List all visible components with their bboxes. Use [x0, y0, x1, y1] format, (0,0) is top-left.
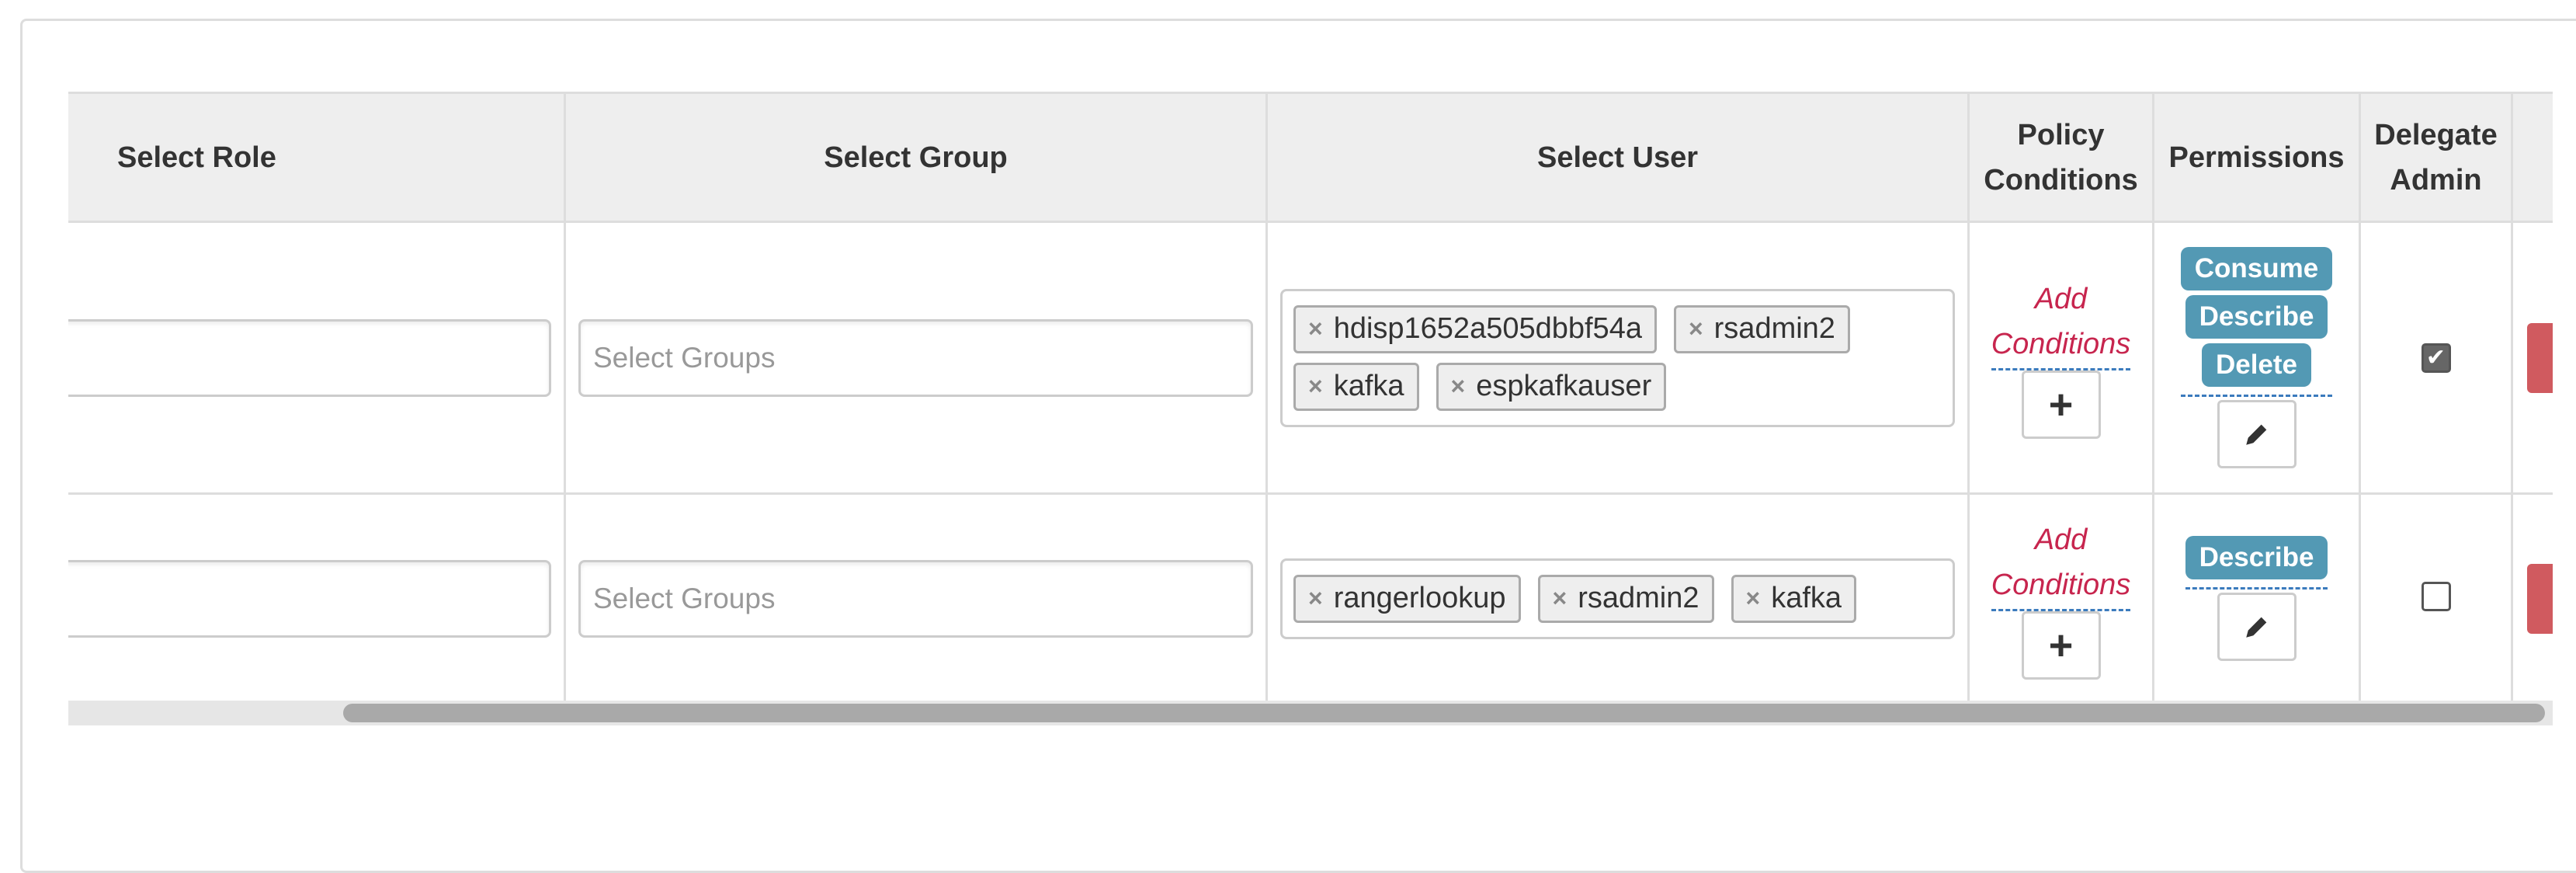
add-condition-button[interactable]: + [2021, 611, 2101, 680]
group-cell: Select Groups [564, 221, 1268, 495]
edit-permissions-button[interactable] [2217, 593, 2297, 661]
delete-cell: ✖ [2511, 492, 2553, 704]
horizontal-scrollbar[interactable] [68, 701, 2553, 725]
header-delegate-admin-line2: Admin [2390, 163, 2482, 197]
select-groups-input[interactable]: Select Groups [578, 559, 1253, 638]
remove-tag-icon[interactable]: × [1553, 584, 1567, 613]
remove-tag-icon[interactable]: × [1308, 315, 1323, 343]
table-row: Select Groups × rangerlookup × rsadmin2 × k… [68, 492, 2553, 704]
user-tag: × espkafkauser [1436, 362, 1667, 411]
user-cell: × rangerlookup × rsadmin2 × kafka [1265, 492, 1970, 704]
plus-icon: + [2048, 622, 2074, 669]
user-tag-label: hdisp1652a505dbbf54a [1333, 312, 1642, 345]
edit-permissions-button[interactable] [2217, 400, 2297, 468]
delegate-admin-checkbox[interactable] [2421, 582, 2451, 611]
add-conditions-line2: Conditions [1991, 569, 2131, 601]
delegate-admin-cell [2359, 492, 2513, 704]
group-cell: Select Groups [564, 492, 1268, 704]
header-select-user: Select User [1265, 92, 1970, 223]
select-users-input[interactable]: × rangerlookup × rsadmin2 × kafka [1280, 558, 1955, 639]
user-tag-label: rsadmin2 [1713, 312, 1835, 345]
remove-tag-icon[interactable]: × [1308, 584, 1323, 613]
plus-icon: + [2048, 381, 2074, 428]
select-role-input[interactable] [68, 559, 551, 638]
delete-row-button[interactable]: ✖ [2526, 322, 2553, 393]
header-delegate-admin-line1: Delegate [2374, 118, 2498, 151]
header-permissions-label: Permissions [2168, 141, 2345, 174]
user-tag: × rangerlookup [1293, 574, 1521, 623]
add-conditions-line1: Add [2034, 523, 2088, 556]
conditions-cell: Add Conditions + [1967, 492, 2154, 704]
policy-items-table: Select Role Select Group Select User Pol… [68, 92, 2553, 704]
header-policy-conditions-line1: Policy [2017, 118, 2105, 151]
user-tag: × rsadmin2 [1537, 574, 1714, 623]
delegate-admin-cell: ✔ [2359, 221, 2513, 495]
user-cell: × hdisp1652a505dbbf54a × rsadmin2 × kafka ×… [1265, 221, 1970, 495]
add-condition-button[interactable]: + [2021, 370, 2101, 439]
role-cell [68, 492, 566, 704]
user-tag: × kafka [1293, 362, 1419, 411]
delete-cell: ✖ [2511, 221, 2553, 495]
header-select-user-label: Select User [1536, 141, 1698, 174]
permission-badge: Delete [2201, 343, 2312, 387]
user-tag: × kafka [1731, 574, 1857, 623]
user-tag: × hdisp1652a505dbbf54a [1293, 304, 1657, 353]
add-conditions-line2: Conditions [1991, 328, 2131, 360]
select-groups-input[interactable]: Select Groups [578, 318, 1253, 397]
conditions-cell: Add Conditions + [1967, 221, 2154, 495]
header-policy-conditions: Policy Conditions [1967, 92, 2154, 223]
permissions-list: Describe [2185, 536, 2328, 590]
pencil-icon [2245, 617, 2266, 638]
select-users-input[interactable]: × hdisp1652a505dbbf54a × rsadmin2 × kafka ×… [1280, 288, 1955, 427]
user-tag-label: rsadmin2 [1578, 582, 1699, 614]
select-groups-placeholder: Select Groups [593, 582, 776, 614]
permissions-list: Consume Describe Delete [2180, 247, 2333, 397]
policy-items-table-container: Select Role Select Group Select User Pol… [68, 92, 2553, 727]
select-groups-placeholder: Select Groups [593, 341, 776, 374]
add-conditions-link[interactable]: Add Conditions [1991, 277, 2131, 370]
permission-badge: Consume [2180, 247, 2333, 290]
header-delegate-admin: Delegate Admin [2359, 92, 2513, 223]
scrollbar-thumb[interactable] [343, 704, 2545, 722]
table-header-row: Select Role Select Group Select User Pol… [68, 92, 2553, 223]
header-select-group-label: Select Group [824, 141, 1008, 174]
header-permissions: Permissions [2152, 92, 2361, 223]
add-conditions-link[interactable]: Add Conditions [1991, 517, 2131, 611]
user-tag-label: rangerlookup [1333, 582, 1506, 614]
remove-tag-icon[interactable]: × [1451, 372, 1466, 401]
header-select-role: Select Role [68, 92, 566, 223]
permissions-cell: Describe [2152, 492, 2361, 704]
delete-row-button[interactable]: ✖ [2526, 563, 2553, 634]
role-cell [68, 221, 566, 495]
user-tag-label: kafka [1333, 370, 1404, 402]
permission-badge: Describe [2185, 295, 2328, 339]
header-select-role-label: Select Role [117, 141, 276, 174]
remove-tag-icon[interactable]: × [1308, 372, 1323, 401]
header-policy-conditions-line2: Conditions [1984, 163, 2138, 197]
user-tag: × rsadmin2 [1673, 304, 1850, 353]
permission-badge: Describe [2185, 536, 2328, 579]
pencil-icon [2245, 424, 2266, 445]
add-conditions-line1: Add [2034, 283, 2088, 315]
select-role-input[interactable] [68, 318, 551, 397]
delegate-admin-checkbox[interactable]: ✔ [2421, 343, 2451, 373]
permissions-cell: Consume Describe Delete [2152, 221, 2361, 495]
user-tag-label: espkafkauser [1476, 370, 1652, 402]
table-row: Select Groups × hdisp1652a505dbbf54a × rsa… [68, 221, 2553, 495]
check-icon: ✔ [2425, 345, 2446, 370]
user-tag-label: kafka [1771, 582, 1842, 614]
header-actions [2511, 92, 2553, 223]
remove-tag-icon[interactable]: × [1689, 315, 1703, 343]
header-select-group: Select Group [564, 92, 1268, 223]
remove-tag-icon[interactable]: × [1746, 584, 1761, 613]
